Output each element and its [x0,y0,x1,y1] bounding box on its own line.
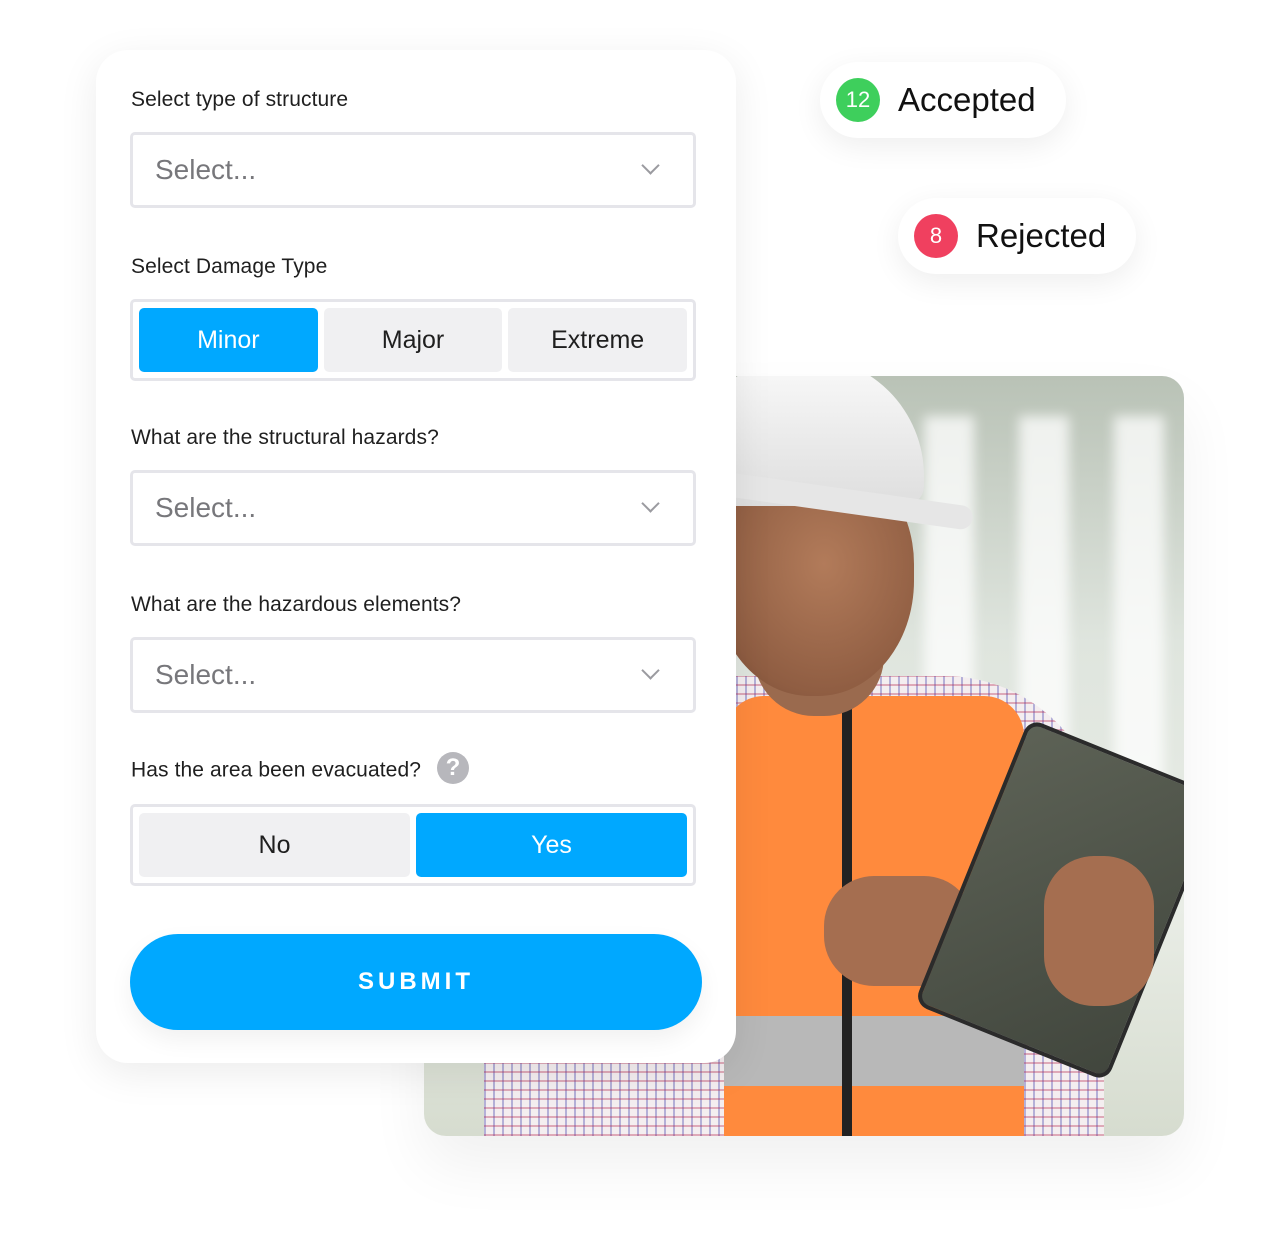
evacuated-segmented-control: No Yes [130,804,696,886]
accepted-status-badge: 12 Accepted [820,62,1066,138]
damage-type-label: Select Damage Type [131,255,328,278]
photo-hand [1044,856,1154,1006]
structure-type-select[interactable]: Select... [130,132,696,208]
rejected-status-badge: 8 Rejected [898,198,1137,274]
evacuated-label: Has the area been evacuated? [131,758,422,782]
select-placeholder: Select... [155,492,257,523]
damage-option-major[interactable]: Major [323,308,503,372]
rejected-count: 8 [914,214,958,258]
damage-option-minor[interactable]: Minor [139,308,318,372]
structure-type-label: Select type of structure [131,88,349,111]
rejected-label: Rejected [976,217,1107,254]
damage-report-form: Select type of structure Select... Selec… [96,50,736,1063]
damage-option-extreme[interactable]: Extreme [508,308,688,372]
chevron-down-icon [641,666,659,684]
select-placeholder: Select... [155,154,257,185]
accepted-label: Accepted [898,81,1036,118]
evacuated-option-yes[interactable]: Yes [416,813,687,877]
damage-type-segmented-control: Minor Major Extreme [130,299,696,381]
chevron-down-icon [641,161,659,179]
structural-hazards-select[interactable]: Select... [130,470,696,546]
evacuated-label-row: Has the area been evacuated?? [131,752,470,787]
structural-hazards-label: What are the structural hazards? [131,426,439,449]
hazardous-elements-select[interactable]: Select... [130,637,696,713]
hazardous-elements-label: What are the hazardous elements? [131,593,462,616]
chevron-down-icon [641,499,659,517]
select-placeholder: Select... [155,659,257,690]
accepted-count: 12 [836,78,880,122]
evacuated-option-no[interactable]: No [139,813,410,877]
help-icon[interactable]: ? [437,752,470,784]
submit-button[interactable]: SUBMIT [130,934,702,1030]
